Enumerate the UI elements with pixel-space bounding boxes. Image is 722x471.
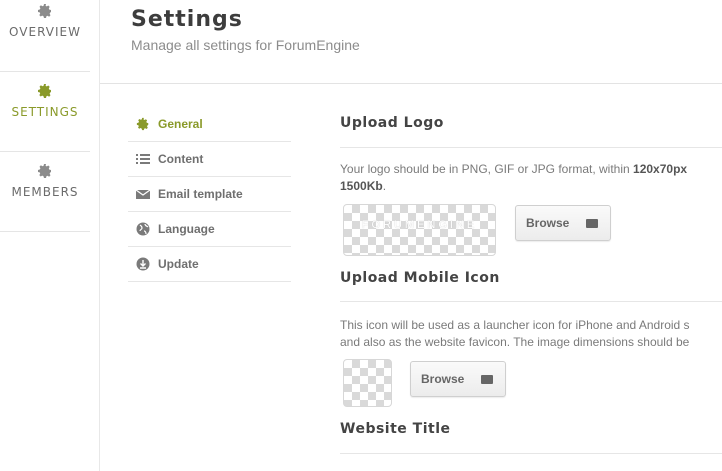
submenu-item-language[interactable]: Language: [128, 212, 291, 247]
list-icon: [136, 152, 150, 166]
submenu-item-label: Content: [158, 152, 204, 166]
globe-icon: [136, 222, 150, 236]
logo-preview: FORUMENGINE: [343, 204, 496, 256]
logo-browse-button[interactable]: Browse: [515, 205, 611, 241]
submenu-item-label: Update: [158, 257, 199, 271]
page-header: Settings Manage all settings for ForumEn…: [100, 0, 722, 84]
sidebar-item-overview[interactable]: OVERVIEW: [0, 0, 90, 72]
mobile-icon-preview: [343, 359, 392, 407]
gear-icon: [38, 84, 51, 98]
submenu-item-email-template[interactable]: Email template: [128, 177, 291, 212]
section-divider: [340, 147, 722, 148]
submenu-item-general[interactable]: General: [128, 107, 291, 142]
submenu-item-label: Email template: [158, 187, 243, 201]
page-title: Settings: [131, 7, 243, 32]
page-subtitle: Manage all settings for ForumEngine: [131, 37, 360, 53]
mobile-icon-browse-button[interactable]: Browse: [410, 361, 506, 397]
sidebar-item-label: OVERVIEW: [9, 25, 81, 39]
website-title-heading: Website Title: [340, 421, 451, 437]
gear-icon: [38, 4, 51, 18]
submenu-item-label: General: [158, 117, 203, 131]
upload-mobile-icon-description: This icon will be used as a launcher ico…: [340, 318, 690, 349]
submenu-item-label: Language: [158, 222, 215, 236]
browse-label: Browse: [526, 216, 570, 230]
section-divider: [340, 453, 722, 454]
submenu-item-content[interactable]: Content: [128, 142, 291, 177]
settings-submenu: General Content Email template Language …: [128, 107, 291, 282]
gear-icon: [136, 117, 150, 131]
upload-logo-description: Your logo should be in PNG, GIF or JPG f…: [340, 162, 688, 193]
sidebar-item-label: SETTINGS: [11, 105, 79, 119]
submenu-item-update[interactable]: Update: [128, 247, 291, 282]
section-divider: [340, 301, 722, 302]
gear-icon: [38, 164, 51, 178]
upload-logo-title: Upload Logo: [340, 115, 444, 131]
main-sidebar: OVERVIEW SETTINGS MEMBERS: [0, 0, 100, 471]
logo-watermark: FORUMENGINE: [361, 219, 478, 231]
sidebar-item-label: MEMBERS: [11, 185, 79, 199]
browse-label: Browse: [421, 372, 465, 386]
download-icon: [136, 257, 150, 271]
sidebar-item-settings[interactable]: SETTINGS: [0, 72, 90, 152]
upload-icon: [586, 219, 598, 228]
upload-mobile-icon-title: Upload Mobile Icon: [340, 270, 500, 286]
sidebar-item-members[interactable]: MEMBERS: [0, 152, 90, 232]
upload-icon: [481, 375, 493, 384]
envelope-icon: [136, 187, 150, 201]
